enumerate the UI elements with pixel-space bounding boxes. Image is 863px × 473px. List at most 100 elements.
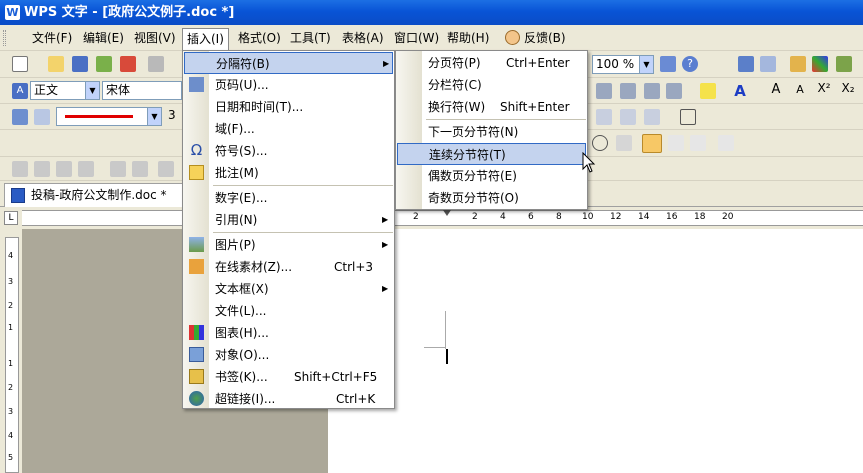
ruler-number: 6 [528,212,534,222]
zoom-value: 100 % [596,57,635,71]
superscript-icon[interactable]: X² [816,81,832,97]
merge-cells-icon[interactable] [596,109,612,125]
menu-item-picture[interactable]: 图片(P) ▶ [184,234,393,256]
menu-item-continuous-section[interactable]: 连续分节符(T) [397,143,586,165]
menu-table[interactable]: 表格(A) [338,28,388,48]
menu-format[interactable]: 格式(O) [234,28,285,48]
menu-item-even-page-section[interactable]: 偶数页分节符(E) [397,165,586,187]
layout-icon[interactable] [760,56,776,72]
toolbar-icon[interactable] [12,161,28,177]
grow-font-icon[interactable]: A [768,82,784,98]
menu-item-file[interactable]: 文件(L)... [184,300,393,322]
font-color-icon[interactable]: A [732,82,748,100]
align-justify-icon[interactable] [668,135,684,151]
save-icon[interactable] [72,56,88,72]
open-folder-icon[interactable] [48,56,64,72]
toolbar-icon[interactable] [132,161,148,177]
bullets-icon[interactable] [620,83,636,99]
menu-file[interactable]: 文件(F) [28,28,76,48]
menu-item-symbol[interactable]: Ω 符号(S)... [184,140,393,162]
toolbar-icon[interactable] [110,161,126,177]
increase-indent-icon[interactable] [666,83,682,99]
toolbar-grip[interactable] [3,30,6,46]
chevron-down-icon: ▼ [147,108,161,125]
menu-item-number[interactable]: 数字(E)... [184,187,393,209]
subscript-icon[interactable]: X₂ [840,81,856,97]
shrink-font-icon[interactable]: A [792,83,808,99]
color-palette-icon[interactable] [812,56,828,72]
print-icon[interactable] [148,56,164,72]
outer-border-icon[interactable] [680,109,696,125]
menu-item-next-page-section[interactable]: 下一页分节符(N) [397,121,586,143]
mouse-pointer-icon [582,152,596,173]
font-value: 宋体 [106,83,131,97]
help-icon[interactable]: ? [682,56,698,72]
toolbar-icon[interactable] [56,161,72,177]
menu-item-line-break[interactable]: 换行符(W) Shift+Enter [397,96,586,118]
table-icon[interactable] [738,56,754,72]
menu-view[interactable]: 视图(V) [130,28,180,48]
menu-item-reference[interactable]: 引用(N) ▶ [184,209,393,231]
split-cells-icon[interactable] [620,109,636,125]
vertical-ruler[interactable]: 4 3 2 1 1 2 3 4 5 [0,229,22,473]
menu-item-odd-page-section[interactable]: 奇数页分节符(O) [397,187,586,209]
ruler-number: 10 [582,212,594,222]
menu-insert[interactable]: 插入(I) [182,28,229,51]
decrease-indent-icon[interactable] [644,83,660,99]
new-document-icon[interactable] [12,56,28,72]
ruler-number: 18 [694,212,706,222]
style-value: 正文 [34,83,59,97]
menu-item-textbox[interactable]: 文本框(X) ▶ [184,278,393,300]
toolbar-icon[interactable] [34,161,50,177]
menu-window[interactable]: 窗口(W) [390,28,443,48]
menu-item-chart[interactable]: 图表(H)... [184,322,393,344]
distribute-icon[interactable] [690,135,706,151]
toolbar-icon[interactable] [78,161,94,177]
highlight-icon[interactable] [700,83,716,99]
menu-item-online-clipart[interactable]: 在线素材(Z)... Ctrl+3 [184,256,393,278]
line-style-select[interactable]: ▼ [56,107,162,126]
theme-icon[interactable] [836,56,852,72]
menu-feedback[interactable]: 反馈(B) [502,28,570,48]
menu-help[interactable]: 帮助(H) [443,28,493,48]
document-tab[interactable]: 投稿-政府公文制作.doc * [4,183,184,207]
columns-icon[interactable] [718,135,734,151]
comment-icon [189,165,204,180]
folder-icon[interactable] [790,56,806,72]
menu-item-page-break[interactable]: 分页符(P) Ctrl+Enter [397,52,586,74]
menu-item-break[interactable]: 分隔符(B) ▶ [184,52,393,74]
menu-item-bookmark[interactable]: 书签(K)... Shift+Ctrl+F5 [184,366,393,388]
menu-item-object[interactable]: 对象(O)... [184,344,393,366]
style-select[interactable]: 正文 ▼ [30,81,100,100]
menu-item-label: 书签(K)... [215,370,268,384]
menu-item-field[interactable]: 域(F)... [184,118,393,140]
menu-item-date-time[interactable]: 日期和时间(T)... [184,96,393,118]
chevron-down-icon: ▼ [85,82,99,99]
document-page[interactable] [328,229,863,473]
tab-stop-selector[interactable]: L [4,211,18,225]
border-icon[interactable] [34,109,50,125]
save-as-icon[interactable] [96,56,112,72]
cell-shading-icon[interactable] [644,109,660,125]
menu-item-hyperlink[interactable]: 超链接(I)... Ctrl+K [184,388,393,410]
table-props-icon[interactable] [12,109,28,125]
margin-mark [445,311,446,349]
horizontal-ruler[interactable]: L 2 2 4 6 8 10 12 14 16 18 20 [0,207,863,229]
zoom-select[interactable]: 100 % ▼ [592,55,654,74]
circle-char-icon[interactable] [592,135,608,151]
menu-item-label: 连续分节符(T) [429,148,506,162]
indent-marker[interactable] [443,210,451,216]
list-icon[interactable] [596,83,612,99]
find-icon[interactable] [660,56,676,72]
menu-item-page-number[interactable]: 页码(U)... [184,74,393,96]
menu-item-label: 分隔符(B) [216,57,270,71]
menu-item-column-break[interactable]: 分栏符(C) [397,74,586,96]
align-center-icon[interactable] [642,134,662,153]
export-pdf-icon[interactable] [120,56,136,72]
toolbar-icon[interactable] [158,161,174,177]
menu-tools[interactable]: 工具(T) [286,28,335,48]
font-select[interactable]: 宋体 [102,81,182,100]
phonetic-icon[interactable] [616,135,632,151]
menu-edit[interactable]: 编辑(E) [79,28,128,48]
menu-item-comment[interactable]: 批注(M) [184,162,393,184]
